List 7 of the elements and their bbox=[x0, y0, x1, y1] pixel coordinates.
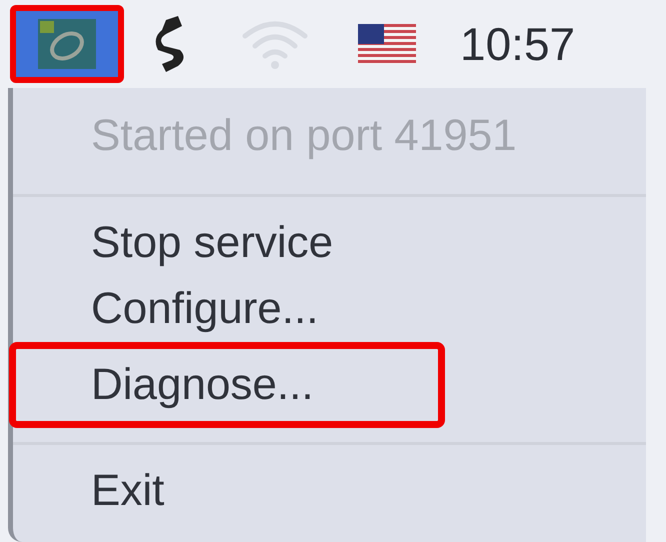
menu-item[interactable]: Configure... bbox=[13, 276, 646, 342]
menu-item[interactable]: Stop service bbox=[13, 210, 646, 276]
menu-bar-clock[interactable]: 10:57 bbox=[460, 17, 576, 71]
app-icon bbox=[38, 19, 96, 69]
flag-icon[interactable] bbox=[358, 24, 416, 64]
menu-item[interactable]: Diagnose... bbox=[9, 342, 445, 428]
menu-item[interactable]: Exit bbox=[13, 458, 646, 524]
